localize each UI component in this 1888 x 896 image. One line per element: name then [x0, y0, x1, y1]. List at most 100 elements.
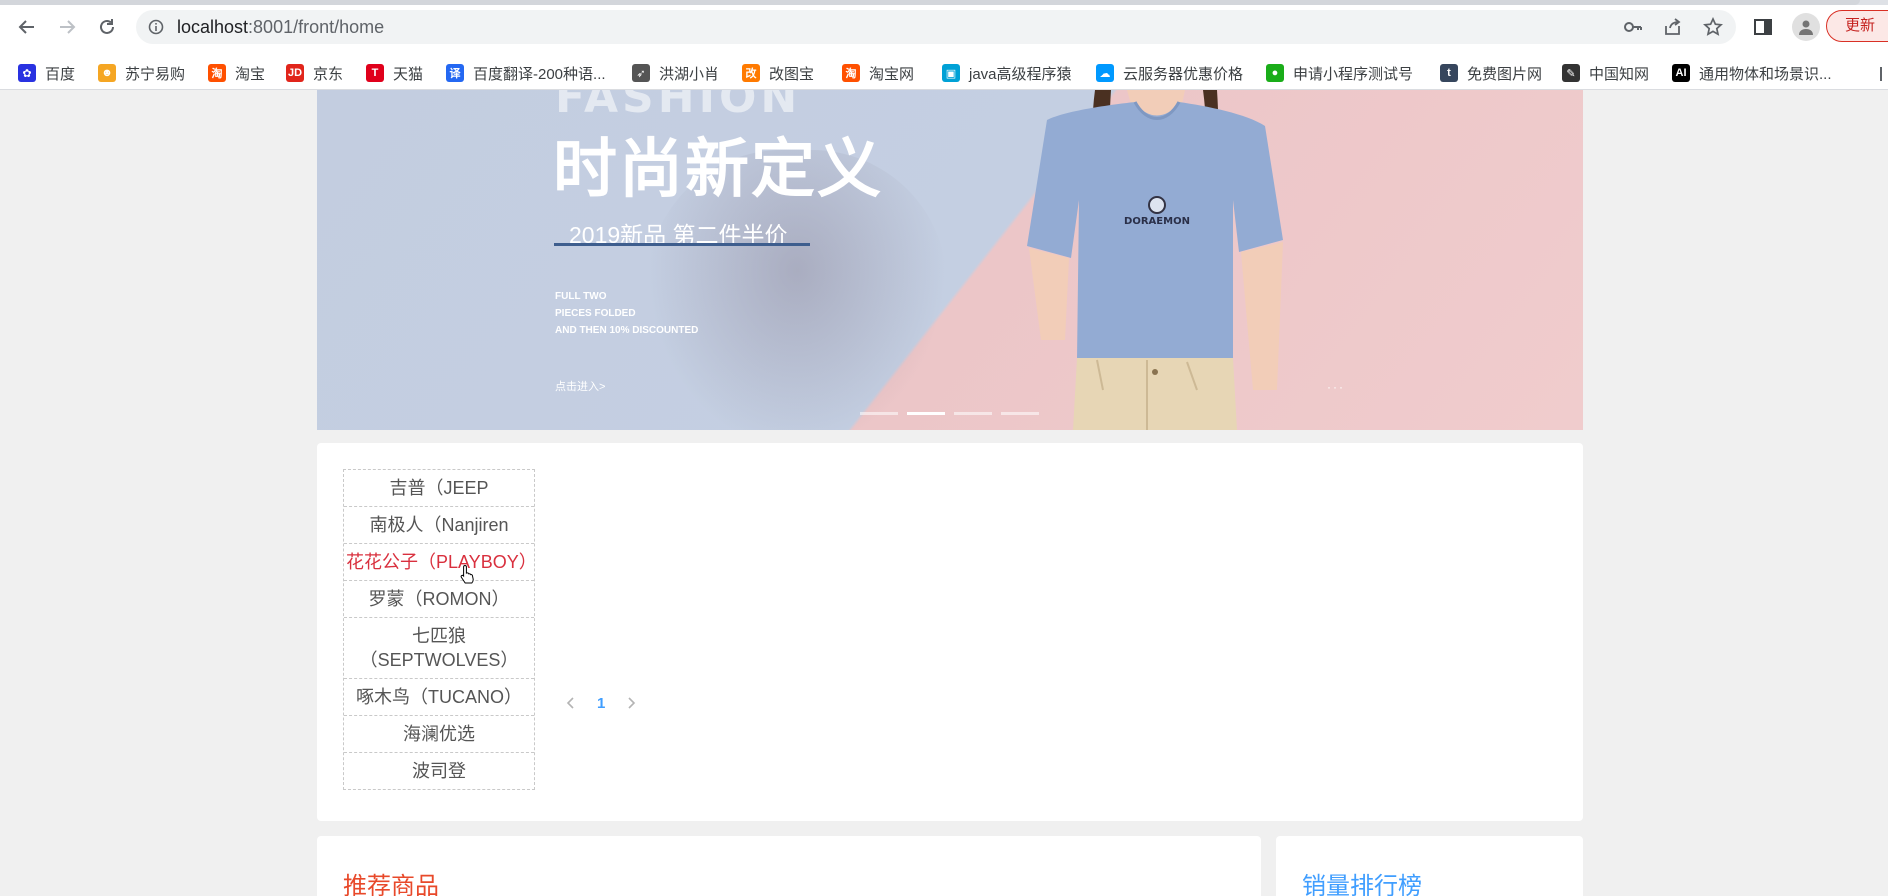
bookmark-label: java高级程序猿	[969, 65, 1072, 83]
translate-icon: 译	[446, 64, 464, 82]
bookmark-item[interactable]: AI 通用物体和场景识...	[1672, 63, 1832, 83]
bookmark-label: 苏宁易购	[125, 65, 186, 83]
banner-underline	[554, 243, 810, 246]
bookmark-item[interactable]: ● 申请小程序测试号	[1266, 63, 1413, 83]
bookmark-item[interactable]: ☁ 云服务器优惠价格	[1096, 63, 1243, 83]
brand-item[interactable]: 罗蒙（ROMON）	[344, 581, 534, 618]
brand-item[interactable]: 海澜优选	[344, 716, 534, 753]
bookmark-label: 免费图片网	[1467, 65, 1543, 83]
tab-strip	[0, 0, 1888, 5]
browser-toolbar: localhost:8001/front/home 更新	[0, 0, 1888, 54]
bird-icon: ➶	[632, 64, 650, 82]
bookmarks-overflow-icon[interactable]	[1880, 67, 1882, 81]
brand-item[interactable]: 啄木鸟（TUCANO）	[344, 679, 534, 716]
back-button[interactable]	[14, 14, 40, 40]
prev-page-button[interactable]	[561, 693, 581, 713]
page-number[interactable]: 1	[597, 695, 605, 712]
ai-icon: AI	[1672, 64, 1690, 82]
bookmark-label: 百度	[45, 65, 76, 83]
url-text[interactable]: localhost:8001/front/home	[177, 16, 384, 38]
bookmark-label: 洪湖小肖	[659, 65, 720, 83]
url-host: localhost	[177, 17, 249, 37]
carousel-indicator-1[interactable]	[860, 412, 898, 415]
tumblr-icon: t	[1440, 64, 1458, 82]
brand-list: 吉普（JEEP 南极人（Nanjiren 花花公子（PLAYBOY） 罗蒙（RO…	[343, 469, 537, 790]
bookmark-item[interactable]: ✿ 百度	[18, 63, 75, 83]
ranking-section: 销量排行榜	[1276, 836, 1583, 896]
carousel-indicator-3[interactable]	[954, 412, 992, 415]
brand-item[interactable]: 波司登	[344, 753, 534, 789]
bookmarks-bar: ✿ 百度 ☻ 苏宁易购淘淘宝 JD 京东 T 天猫译百度翻译-200种语... ➶ 洪湖小肖改改图…	[0, 54, 1888, 90]
bookmark-label: 申请小程序测试号	[1293, 65, 1414, 83]
hero-carousel[interactable]: FASHION 时尚新定义 2019新品 第二件半价 FULL TWO PIEC…	[317, 90, 1583, 430]
wechat-icon: ●	[1266, 64, 1284, 82]
profile-avatar[interactable]	[1792, 13, 1820, 41]
tmall-icon: T	[366, 64, 384, 82]
bookmark-item[interactable]: 淘淘宝网	[842, 63, 914, 83]
bookmark-label: 通用物体和场景识...	[1699, 65, 1832, 83]
banner-dots: ···	[1327, 380, 1345, 394]
brand-item[interactable]: 南极人（Nanjiren	[344, 507, 534, 544]
cloud-icon: ☁	[1096, 64, 1114, 82]
update-button[interactable]: 更新	[1826, 10, 1888, 42]
bookmark-item[interactable]: ➶ 洪湖小肖	[632, 63, 719, 83]
ranking-title: 销量排行榜	[1302, 873, 1422, 896]
banner-small-line: AND THEN 10% DISCOUNTED	[555, 325, 699, 336]
banner-enter-link[interactable]: 点击进入>	[555, 378, 605, 394]
banner-small-text: FULL TWO PIECES FOLDED AND THEN 10% DISC…	[555, 288, 698, 339]
shirt-logo-text: DORAEMON	[1124, 216, 1190, 227]
bilibili-icon: ▣	[942, 64, 960, 82]
cnki-icon: ✎	[1562, 64, 1580, 82]
carousel-indicator-2[interactable]	[907, 412, 945, 415]
person-icon	[1799, 20, 1813, 35]
bookmark-item[interactable]: 淘淘宝	[208, 63, 265, 83]
share-icon[interactable]	[1662, 16, 1684, 38]
taobao-net-icon: 淘	[842, 64, 860, 82]
bookmark-item[interactable]: t 免费图片网	[1440, 63, 1542, 83]
bookmark-label: 淘宝网	[869, 65, 915, 83]
hand-cursor-icon	[460, 564, 474, 584]
chevron-right-icon	[628, 697, 636, 709]
arrow-right-icon	[60, 20, 76, 34]
bookmark-item[interactable]: JD 京东	[286, 63, 343, 83]
banner-small-line: PIECES FOLDED	[555, 308, 636, 319]
arrow-left-icon	[18, 20, 34, 34]
url-path: :8001/front/home	[248, 17, 385, 37]
gaitubao-icon: 改	[742, 64, 760, 82]
forward-button[interactable]	[54, 14, 80, 40]
bookmark-item[interactable]: ☻ 苏宁易购	[98, 63, 185, 83]
bookmark-label: 天猫	[393, 65, 424, 83]
bookmark-label: 淘宝	[235, 65, 266, 83]
brand-item[interactable]: 吉普（JEEP	[344, 470, 534, 507]
brand-item-active[interactable]: 花花公子（PLAYBOY）	[344, 544, 537, 581]
page-content: FASHION 时尚新定义 2019新品 第二件半价 FULL TWO PIEC…	[0, 90, 1888, 896]
bookmark-label: 京东	[313, 65, 344, 83]
bookmark-label: 改图宝	[769, 65, 815, 83]
bookmark-label: 云服务器优惠价格	[1123, 65, 1244, 83]
bookmark-label: 百度翻译-200种语...	[473, 65, 606, 83]
brand-item[interactable]: 七匹狼（SEPTWOLVES）	[344, 618, 534, 679]
jd-icon: JD	[286, 64, 304, 82]
carousel-indicator-4[interactable]	[1001, 412, 1039, 415]
model-image: DORAEMON	[1027, 90, 1283, 430]
recommended-section: 推荐商品	[317, 836, 1261, 896]
baidu-paw-icon: ✿	[18, 64, 36, 82]
bookmark-star-icon[interactable]	[1702, 16, 1724, 38]
suning-lion-icon: ☻	[98, 64, 116, 82]
chevron-left-icon	[566, 697, 574, 709]
reload-button[interactable]	[94, 14, 120, 40]
bookmark-item[interactable]: ▣ java高级程序猿	[942, 63, 1072, 83]
bookmark-item[interactable]: 改改图宝	[742, 63, 814, 83]
password-key-icon[interactable]	[1622, 16, 1644, 38]
recommended-title: 推荐商品	[343, 873, 439, 896]
site-info-icon[interactable]	[148, 19, 164, 35]
bookmark-item[interactable]: 译百度翻译-200种语...	[446, 63, 606, 83]
bookmark-item[interactable]: T 天猫	[366, 63, 423, 83]
next-page-button[interactable]	[621, 693, 641, 713]
bookmark-item[interactable]: ✎ 中国知网	[1562, 63, 1649, 83]
banner-small-line: FULL TWO	[555, 291, 607, 302]
bookmark-label: 中国知网	[1589, 65, 1650, 83]
taobao-icon: 淘	[208, 64, 226, 82]
side-panel-icon[interactable]	[1752, 16, 1774, 38]
pagination: 1	[561, 693, 641, 713]
